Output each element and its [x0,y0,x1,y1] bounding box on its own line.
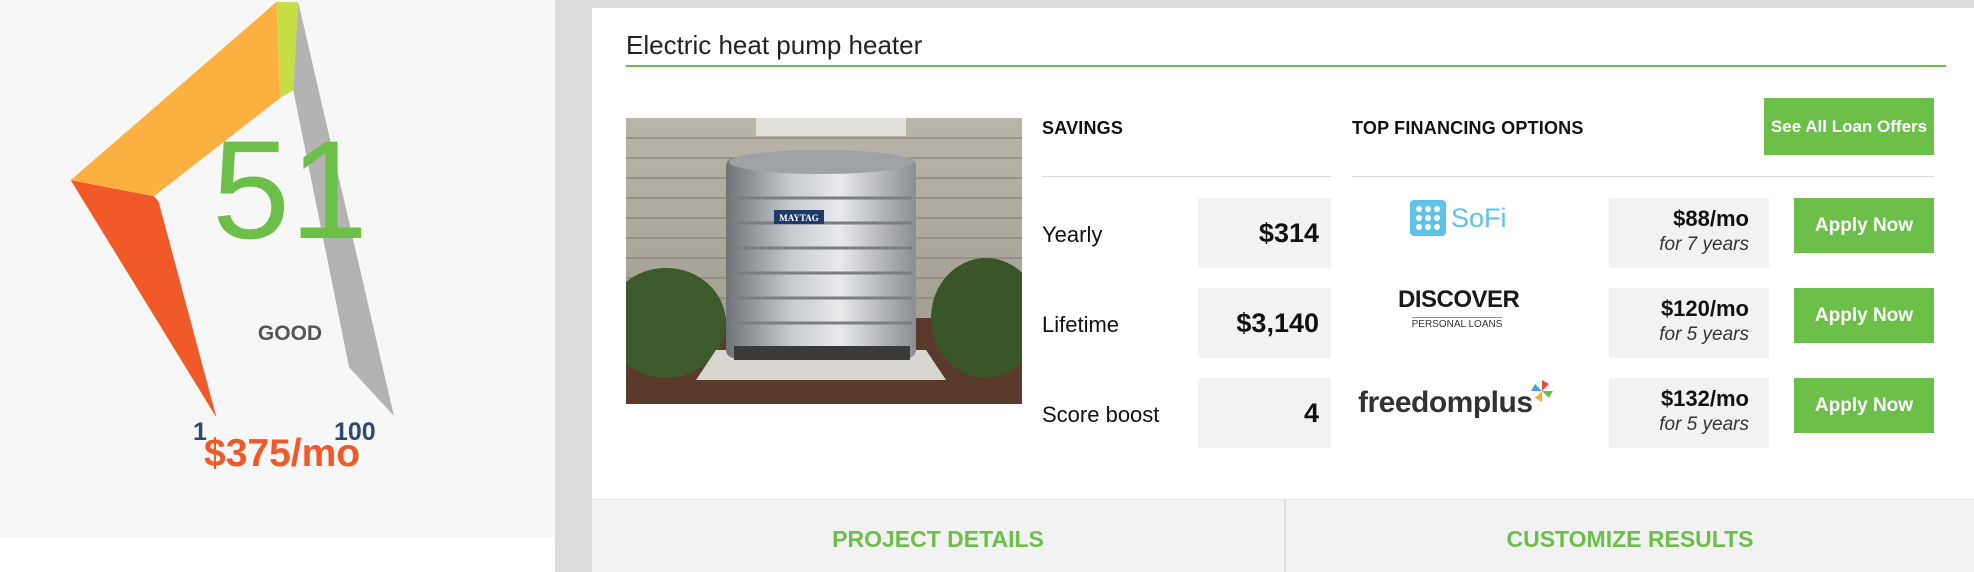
loan-term: for 5 years [1659,324,1749,345]
loan-term: for 5 years [1659,414,1749,435]
monthly-cost: $375/mo [204,432,361,475]
score-value: 51 [212,111,368,268]
pinwheel-icon [1530,380,1553,402]
savings-value-yearly: $314 [1198,198,1331,268]
lender-logo-sofi: SoFi [1410,200,1507,236]
loan-rate: $132/mo [1660,386,1749,411]
loan-rate: $120/mo [1660,296,1749,321]
lender-logo-freedomplus: freedomplus [1358,380,1553,420]
savings-heading: SAVINGS [1042,118,1124,138]
tab-customize-results[interactable]: CUSTOMIZE RESULTS [1286,499,1974,572]
financing-divider [1352,176,1934,177]
see-all-loan-offers-button[interactable]: See All Loan Offers [1764,98,1934,155]
loan-offer-discover: $120/mo for 5 years [1609,288,1769,358]
savings-divider [1042,176,1331,177]
loan-offer-freedomplus: $132/mo for 5 years [1609,378,1769,448]
project-title: Electric heat pump heater [626,30,923,60]
loan-offer-sofi: $88/mo for 7 years [1609,198,1769,268]
score-rating: GOOD [257,322,323,345]
discover-wordmark: DISCOVER [1398,286,1520,313]
savings-label-lifetime: Lifetime [1042,312,1120,337]
savings-value-lifetime: $3,140 [1198,288,1331,358]
apply-now-button-discover[interactable]: Apply Now [1794,288,1934,343]
tab-project-details[interactable]: PROJECT DETAILS [592,499,1284,572]
savings-value-score-boost: 4 [1198,378,1331,448]
score-gauge-panel: 51 GOOD 1 100 $375/mo [0,0,555,537]
sofi-wordmark: SoFi [1451,202,1507,233]
sofi-logo-mark-icon [1410,200,1446,236]
apply-now-button-freedomplus[interactable]: Apply Now [1794,378,1934,433]
loan-term: for 7 years [1659,234,1749,255]
brand-plate: MAYTAG [779,213,819,223]
loan-rate: $88/mo [1673,206,1749,231]
apply-now-button-sofi[interactable]: Apply Now [1794,198,1934,253]
savings-label-yearly: Yearly [1042,222,1103,247]
product-image: MAYTAG [626,118,1022,404]
freedomplus-wordmark: freedomplus [1358,386,1533,419]
financing-heading: TOP FINANCING OPTIONS [1352,118,1584,138]
lender-logo-discover: DISCOVER PERSONAL LOANS [1398,286,1520,332]
title-underline [626,65,1946,67]
savings-label-score-boost: Score boost [1042,402,1160,427]
discover-subtitle: PERSONAL LOANS [1411,317,1503,330]
